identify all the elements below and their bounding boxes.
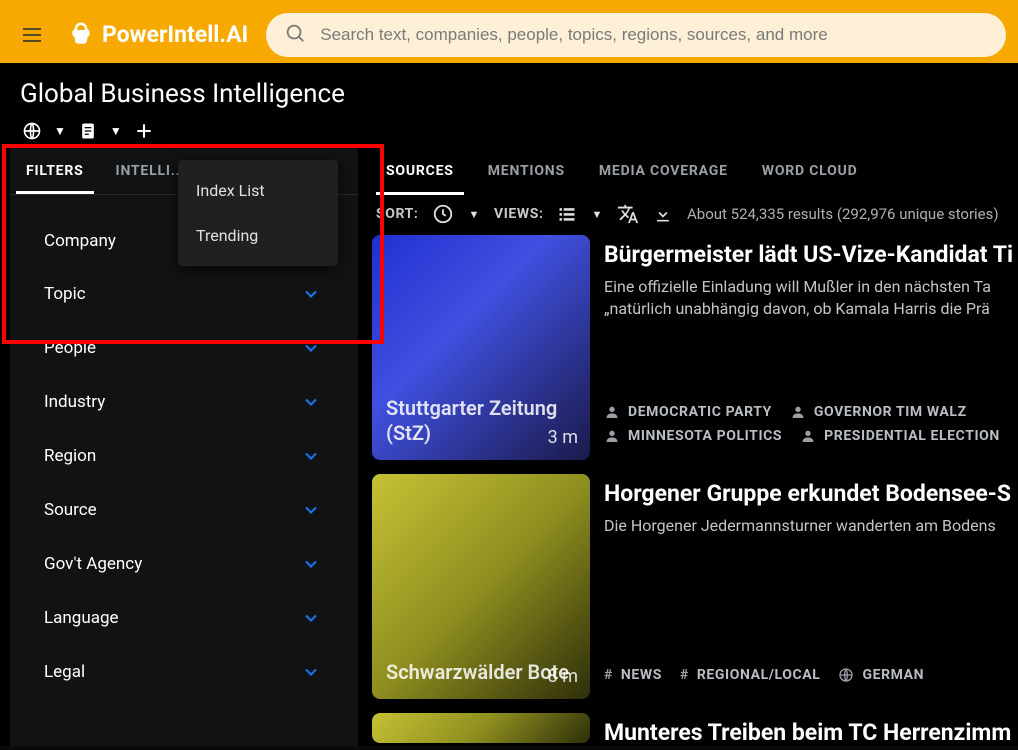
chevron-down-icon	[300, 553, 322, 575]
card-body: Munteres Treiben beim TC Herrenzimm	[604, 713, 1018, 746]
tag[interactable]: GOVERNOR TIM WALZ	[790, 404, 967, 420]
view-caret-icon[interactable]: ▼	[591, 208, 603, 221]
chevron-down-icon	[300, 445, 322, 467]
filter-source[interactable]: Source	[10, 483, 358, 537]
card-age: 8 m	[548, 666, 578, 687]
popup-menu: Index List Trending	[178, 160, 338, 266]
feed-card[interactable]: Munteres Treiben beim TC Herrenzimm	[372, 713, 1018, 746]
chevron-down-icon	[300, 499, 322, 521]
view-list-button[interactable]	[557, 204, 577, 224]
card-title[interactable]: Bürgermeister lädt US-Vize-Kandidat Ti	[604, 241, 1018, 268]
tag[interactable]: PRESIDENTIAL ELECTION	[800, 428, 1000, 444]
filter-label: Source	[44, 500, 97, 520]
filter-language[interactable]: Language	[10, 591, 358, 645]
card-body: Bürgermeister lädt US-Vize-Kandidat Ti E…	[604, 235, 1018, 460]
chevron-down-icon	[300, 607, 322, 629]
filter-label: Language	[44, 608, 119, 628]
tag[interactable]: #REGIONAL/LOCAL	[680, 667, 821, 683]
feed-card[interactable]: Schwarzwälder Bote 8 m Horgener Gruppe e…	[372, 474, 1018, 699]
card-age: 3 m	[548, 427, 578, 448]
card-thumbnail: Stuttgarter Zeitung (StZ) 3 m	[372, 235, 590, 460]
tab-mentions[interactable]: MENTIONS	[474, 147, 579, 195]
hash-icon: #	[680, 667, 689, 683]
person-icon	[604, 404, 620, 420]
filter-region[interactable]: Region	[10, 429, 358, 483]
globe-caret-icon[interactable]: ▼	[52, 122, 68, 140]
main-panel: SOURCES MENTIONS MEDIA COVERAGE WORD CLO…	[358, 147, 1018, 746]
doc-tool[interactable]	[76, 119, 100, 143]
popup-trending[interactable]: Trending	[178, 213, 338, 258]
filter-label: Industry	[44, 392, 105, 412]
download-button[interactable]	[653, 204, 673, 224]
content: FILTERS INTELLI... Company Topic People …	[0, 147, 1018, 746]
chevron-down-icon	[300, 661, 322, 683]
results-count: About 524,335 results (292,976 unique st…	[687, 205, 999, 223]
brand-logo-icon	[66, 20, 96, 50]
title-bar: Global Business Intelligence ▼ ▼	[0, 63, 1018, 147]
filter-legal[interactable]: Legal	[10, 645, 358, 699]
tab-word-cloud[interactable]: WORD CLOUD	[748, 147, 872, 195]
card-description: Eine offizielle Einladung will Mußler in…	[604, 276, 1018, 321]
card-thumbnail: Schwarzwälder Bote 8 m	[372, 474, 590, 699]
filter-label: Company	[44, 231, 116, 251]
tag[interactable]: DEMOCRATIC PARTY	[604, 404, 772, 420]
card-title[interactable]: Munteres Treiben beim TC Herrenzimm	[604, 719, 1018, 746]
page-title: Global Business Intelligence	[20, 79, 998, 109]
views-label: VIEWS:	[494, 206, 544, 222]
sort-label: SORT:	[376, 206, 418, 222]
tag[interactable]: GERMAN	[838, 667, 924, 683]
card-description: Die Horgener Jedermannsturner wanderten …	[604, 515, 1018, 537]
title-tools: ▼ ▼	[20, 109, 998, 143]
card-title[interactable]: Horgener Gruppe erkundet Bodensee-S	[604, 480, 1018, 507]
search-box[interactable]	[266, 13, 1006, 57]
filter-label: Gov't Agency	[44, 554, 142, 574]
filter-label: Topic	[44, 284, 86, 304]
sort-caret-icon[interactable]: ▼	[468, 208, 480, 221]
card-body: Horgener Gruppe erkundet Bodensee-S Die …	[604, 474, 1018, 699]
tab-filters[interactable]: FILTERS	[10, 147, 100, 194]
card-tags: DEMOCRATIC PARTY GOVERNOR TIM WALZ MINNE…	[604, 404, 1018, 460]
feed: Stuttgarter Zeitung (StZ) 3 m Bürgermeis…	[372, 235, 1018, 746]
brand-name: PowerIntell.AI	[102, 21, 248, 48]
card-thumbnail	[372, 713, 590, 743]
filter-govt-agency[interactable]: Gov't Agency	[10, 537, 358, 591]
filter-topic[interactable]: Topic	[10, 267, 358, 321]
main-tabs: SOURCES MENTIONS MEDIA COVERAGE WORD CLO…	[372, 147, 1018, 195]
person-icon	[604, 428, 620, 444]
globe-tool[interactable]	[20, 119, 44, 143]
tag[interactable]: #NEWS	[604, 667, 662, 683]
chevron-down-icon	[300, 283, 322, 305]
popup-index-list[interactable]: Index List	[178, 168, 338, 213]
hamburger-icon	[20, 23, 44, 47]
chevron-down-icon	[300, 391, 322, 413]
brand[interactable]: PowerIntell.AI	[66, 20, 248, 50]
search-icon	[284, 22, 306, 48]
sort-time-button[interactable]	[432, 203, 454, 225]
feed-card[interactable]: Stuttgarter Zeitung (StZ) 3 m Bürgermeis…	[372, 235, 1018, 460]
filter-list: Company Topic People Industry Region	[10, 195, 358, 719]
filter-people[interactable]: People	[10, 321, 358, 375]
add-tool[interactable]	[132, 119, 156, 143]
tag[interactable]: MINNESOTA POLITICS	[604, 428, 782, 444]
tab-sources[interactable]: SOURCES	[372, 147, 468, 195]
search-input[interactable]	[320, 25, 988, 45]
filter-industry[interactable]: Industry	[10, 375, 358, 429]
card-tags: #NEWS #REGIONAL/LOCAL GERMAN	[604, 667, 1018, 699]
topbar: PowerIntell.AI	[0, 0, 1018, 63]
menu-button[interactable]	[8, 11, 56, 59]
globe-icon	[838, 667, 854, 683]
doc-caret-icon[interactable]: ▼	[108, 122, 124, 140]
filter-label: Region	[44, 446, 96, 466]
filter-label: Legal	[44, 662, 85, 682]
hash-icon: #	[604, 667, 613, 683]
results-toolbar: SORT: ▼ VIEWS: ▼ About 524,335 results (…	[372, 195, 1018, 235]
person-icon	[790, 404, 806, 420]
chevron-down-icon	[300, 337, 322, 359]
filter-label: People	[44, 338, 96, 358]
tab-media-coverage[interactable]: MEDIA COVERAGE	[585, 147, 742, 195]
translate-button[interactable]	[617, 203, 639, 225]
person-icon	[800, 428, 816, 444]
